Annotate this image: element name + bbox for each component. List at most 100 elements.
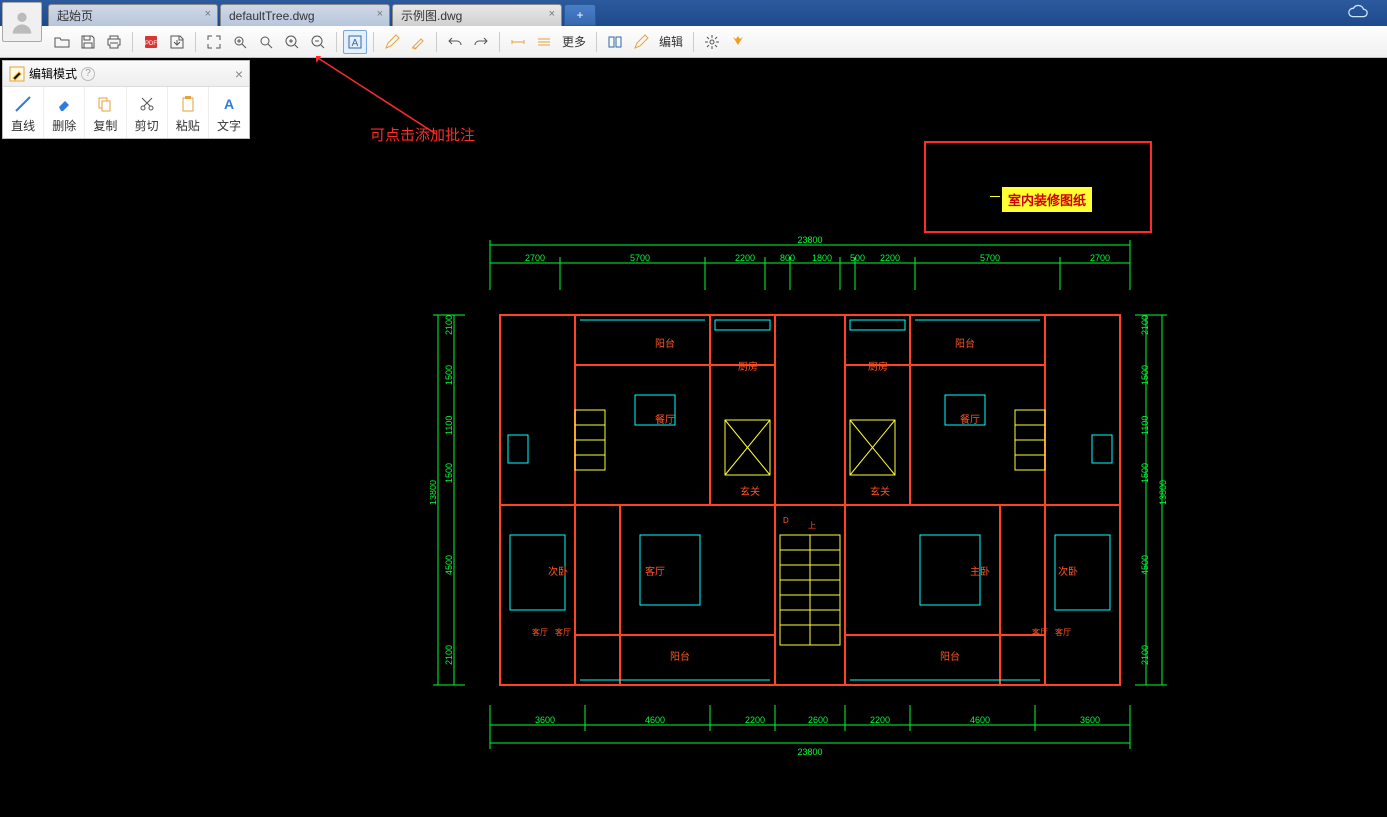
- svg-text:阳台: 阳台: [955, 337, 975, 350]
- tool-label: 文字: [217, 119, 241, 133]
- tool-label: 粘贴: [176, 119, 200, 133]
- svg-text:2200: 2200: [880, 253, 900, 263]
- tool-cut[interactable]: 剪切: [127, 87, 168, 138]
- main-toolbar: PDF A 更多 编辑: [0, 26, 1387, 58]
- vip-icon[interactable]: [726, 30, 750, 54]
- panel-header: 编辑模式 ? ×: [3, 61, 249, 87]
- tool-label: 直线: [11, 119, 35, 133]
- svg-text:厨房: 厨房: [738, 360, 758, 373]
- new-tab-button[interactable]: +: [564, 4, 596, 26]
- floor-plan: 23800 2700570022008001800500220057002700…: [430, 235, 1170, 765]
- tool-label: 删除: [52, 119, 76, 133]
- svg-text:3600: 3600: [535, 715, 555, 725]
- svg-text:玄关: 玄关: [740, 485, 760, 498]
- dim: 23800: [797, 235, 822, 245]
- edit-mode-icon: [9, 66, 25, 82]
- user-avatar[interactable]: [2, 2, 42, 42]
- svg-text:主卧: 主卧: [970, 565, 990, 578]
- tab-start[interactable]: 起始页 ×: [48, 4, 218, 26]
- svg-text:4500: 4500: [1140, 555, 1150, 575]
- svg-text:1500: 1500: [444, 463, 454, 483]
- svg-text:23800: 23800: [797, 747, 822, 757]
- zoom-out-icon[interactable]: [306, 30, 330, 54]
- close-icon[interactable]: ×: [235, 66, 243, 82]
- svg-text:2200: 2200: [745, 715, 765, 725]
- save-icon[interactable]: [76, 30, 100, 54]
- svg-text:次卧: 次卧: [548, 565, 568, 578]
- highlight-icon[interactable]: [406, 30, 430, 54]
- svg-text:餐厅: 餐厅: [960, 413, 980, 426]
- svg-text:5700: 5700: [630, 253, 650, 263]
- pan-icon[interactable]: [254, 30, 278, 54]
- svg-text:1500: 1500: [444, 365, 454, 385]
- export-icon[interactable]: [165, 30, 189, 54]
- svg-text:2700: 2700: [525, 253, 545, 263]
- zoom-window-icon[interactable]: [228, 30, 252, 54]
- svg-text:3600: 3600: [1080, 715, 1100, 725]
- separator: [596, 32, 597, 52]
- svg-text:餐厅: 餐厅: [655, 413, 675, 426]
- svg-text:上: 上: [808, 521, 816, 530]
- svg-text:5700: 5700: [980, 253, 1000, 263]
- open-icon[interactable]: [50, 30, 74, 54]
- redo-icon[interactable]: [469, 30, 493, 54]
- annotation-text: 可点击添加批注: [370, 124, 475, 145]
- svg-text:厨房: 厨房: [868, 360, 888, 373]
- svg-text:500: 500: [850, 253, 865, 263]
- line-icon: [3, 93, 43, 115]
- tool-delete[interactable]: 删除: [44, 87, 85, 138]
- svg-text:1800: 1800: [812, 253, 832, 263]
- svg-text:2100: 2100: [1140, 315, 1150, 335]
- svg-text:13800: 13800: [1158, 480, 1168, 505]
- svg-text:阳台: 阳台: [670, 650, 690, 663]
- svg-text:4600: 4600: [645, 715, 665, 725]
- svg-text:阳台: 阳台: [655, 337, 675, 350]
- svg-text:PDF: PDF: [145, 41, 157, 47]
- edit-pencil-icon[interactable]: [629, 30, 653, 54]
- tool-paste[interactable]: 粘贴: [168, 87, 209, 138]
- text-icon: A: [209, 93, 249, 115]
- svg-text:1100: 1100: [1140, 416, 1150, 435]
- undo-icon[interactable]: [443, 30, 467, 54]
- more-label[interactable]: 更多: [558, 33, 590, 50]
- separator: [373, 32, 374, 52]
- svg-text:2600: 2600: [808, 715, 828, 725]
- separator: [336, 32, 337, 52]
- tool-copy[interactable]: 复制: [85, 87, 126, 138]
- book-icon[interactable]: [603, 30, 627, 54]
- tool-text[interactable]: A 文字: [209, 87, 249, 138]
- paste-icon: [168, 93, 208, 115]
- close-icon[interactable]: ×: [549, 8, 555, 20]
- svg-text:客厅: 客厅: [1032, 627, 1048, 637]
- print-icon[interactable]: [102, 30, 126, 54]
- svg-text:2700: 2700: [1090, 253, 1110, 263]
- svg-text:玄关: 玄关: [870, 485, 890, 498]
- svg-text:客厅: 客厅: [645, 565, 665, 578]
- close-icon[interactable]: ×: [377, 8, 383, 20]
- svg-text:次卧: 次卧: [1058, 565, 1078, 578]
- svg-text:1100: 1100: [444, 416, 454, 435]
- measure-icon[interactable]: [506, 30, 530, 54]
- tool-label: 复制: [93, 119, 117, 133]
- text-annotation-icon[interactable]: A: [343, 30, 367, 54]
- gear-icon[interactable]: [700, 30, 724, 54]
- cloud-icon[interactable]: [1347, 4, 1369, 23]
- pencil-icon[interactable]: [380, 30, 404, 54]
- svg-text:2200: 2200: [870, 715, 890, 725]
- scissors-icon: [127, 93, 167, 115]
- drawing-title-box: 室内装修图纸: [924, 141, 1152, 233]
- zoom-in-icon[interactable]: [280, 30, 304, 54]
- svg-text:2100: 2100: [444, 315, 454, 335]
- svg-text:2100: 2100: [1140, 645, 1150, 665]
- tab-label: 示例图.dwg: [401, 7, 462, 24]
- close-icon[interactable]: ×: [205, 8, 211, 20]
- layers-icon[interactable]: [532, 30, 556, 54]
- tab-example[interactable]: 示例图.dwg ×: [392, 4, 562, 26]
- zoom-extent-icon[interactable]: [202, 30, 226, 54]
- edit-label[interactable]: 编辑: [655, 33, 687, 50]
- tab-defaulttree[interactable]: defaultTree.dwg ×: [220, 4, 390, 26]
- tool-line[interactable]: 直线: [3, 87, 44, 138]
- drawing-title: 室内装修图纸: [1002, 187, 1092, 212]
- help-icon[interactable]: ?: [81, 67, 95, 81]
- pdf-icon[interactable]: PDF: [139, 30, 163, 54]
